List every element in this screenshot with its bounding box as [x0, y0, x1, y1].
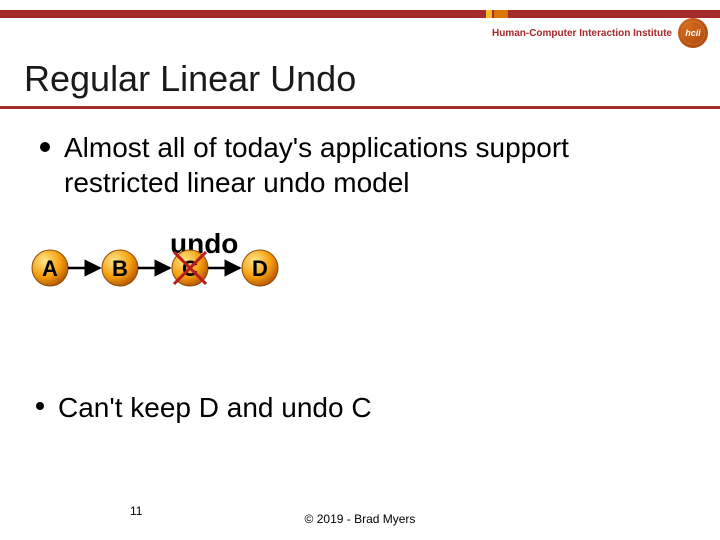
top-rule-notch	[486, 10, 492, 18]
diagram-svg: A B C D	[30, 238, 330, 298]
top-rule	[0, 10, 720, 18]
bullet-dot-icon	[36, 402, 44, 410]
node-b-label: B	[112, 256, 128, 281]
bullet-dot-icon	[40, 142, 50, 152]
slide-body: Almost all of today's applications suppo…	[40, 130, 690, 200]
bullet-text: Almost all of today's applications suppo…	[64, 130, 690, 200]
undo-diagram: A B C D	[30, 238, 330, 298]
node-d-label: D	[252, 256, 268, 281]
bullet-primary: Almost all of today's applications suppo…	[40, 130, 690, 200]
top-rule-notch	[494, 10, 508, 18]
node-a: A	[32, 250, 68, 286]
bullet-secondary-block: Can't keep D and undo C	[36, 390, 680, 425]
bullet-text: Can't keep D and undo C	[58, 390, 372, 425]
node-b: B	[102, 250, 138, 286]
node-d: D	[242, 250, 278, 286]
slide-title: Regular Linear Undo	[24, 58, 356, 100]
copyright: © 2019 - Brad Myers	[0, 512, 720, 526]
title-underline	[0, 106, 720, 109]
brand-text: Human-Computer Interaction Institute	[492, 28, 672, 39]
brand-logo-label: hcii	[685, 28, 701, 38]
slide: Human-Computer Interaction Institute hci…	[0, 0, 720, 540]
node-a-label: A	[42, 256, 58, 281]
bullet-secondary: Can't keep D and undo C	[36, 390, 680, 425]
header-brand: Human-Computer Interaction Institute hci…	[492, 18, 708, 48]
brand-logo-icon: hcii	[678, 18, 708, 48]
